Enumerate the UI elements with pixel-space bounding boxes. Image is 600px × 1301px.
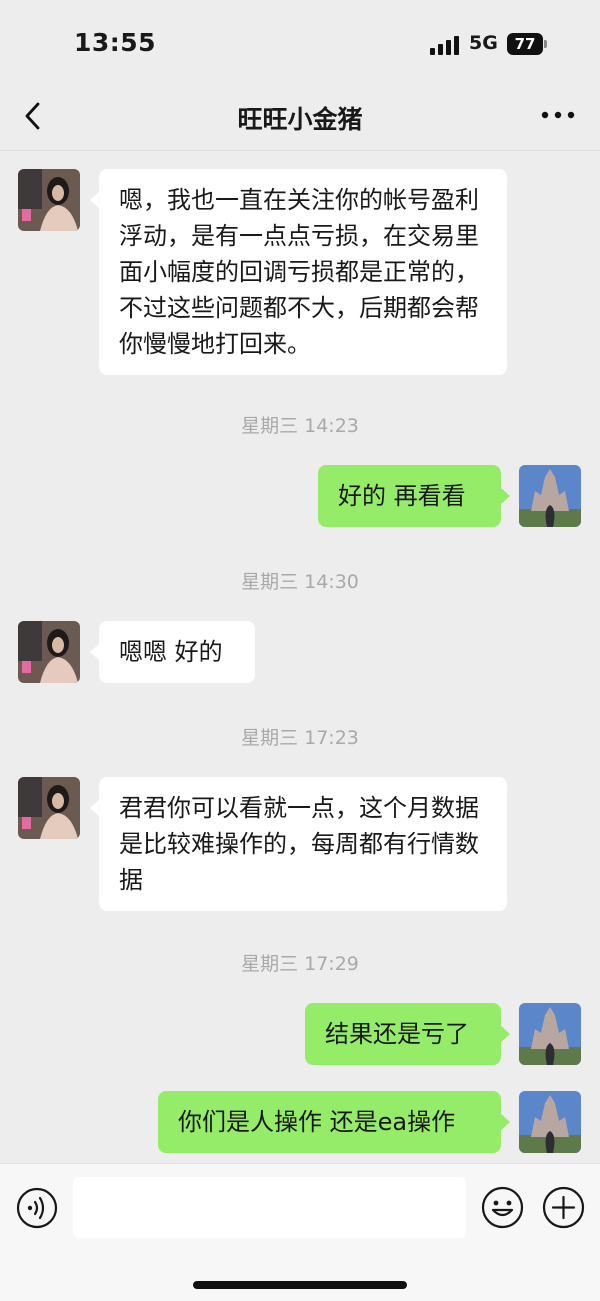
message-timestamp: 星期三 14:30: [241, 571, 359, 593]
message-bubble-incoming[interactable]: 君君你可以看就一点，这个月数据是比较难操作的，每周都有行情数据: [90, 777, 507, 911]
contact-avatar[interactable]: [18, 169, 80, 231]
emoji-icon[interactable]: [481, 1186, 524, 1229]
message-timestamp: 星期三 17:29: [241, 953, 359, 975]
message-list[interactable]: 嗯，我也一直在关注你的帐号盈利浮动，是有一点点亏损，在交易里面小幅度的回调亏损都…: [0, 151, 600, 1163]
self-avatar[interactable]: [519, 1003, 581, 1065]
message-timestamp: 星期三 17:23: [241, 727, 359, 749]
status-time: 13:55: [74, 28, 157, 57]
message-bubble-outgoing[interactable]: 你们是人操作 还是ea操作: [158, 1091, 510, 1153]
input-bar: [0, 1163, 600, 1301]
message-bubble-outgoing[interactable]: 好的 再看看: [318, 465, 510, 527]
signal-icon: [430, 35, 462, 55]
self-avatar[interactable]: [519, 1091, 581, 1153]
ellipsis-icon[interactable]: [538, 100, 578, 130]
message-bubble-outgoing[interactable]: 结果还是亏了: [305, 1003, 510, 1065]
voice-icon[interactable]: [16, 1187, 58, 1229]
status-bar: 13:55 5G 77: [0, 0, 600, 90]
network-type: 5G: [469, 32, 498, 54]
plus-icon[interactable]: [542, 1186, 585, 1229]
contact-avatar[interactable]: [18, 777, 80, 839]
chat-title: 旺旺小金猪: [237, 105, 363, 134]
chat-header: 旺旺小金猪: [0, 90, 600, 148]
message-timestamp: 星期三 14:23: [241, 415, 359, 437]
battery-icon: 77: [507, 33, 548, 55]
message-bubble-incoming[interactable]: 嗯嗯 好的: [90, 621, 255, 683]
message-input[interactable]: [73, 1177, 466, 1238]
battery-level: 77: [507, 33, 543, 55]
self-avatar[interactable]: [519, 465, 581, 527]
home-indicator[interactable]: [193, 1281, 407, 1289]
contact-avatar[interactable]: [18, 621, 80, 683]
message-bubble-incoming[interactable]: 嗯，我也一直在关注你的帐号盈利浮动，是有一点点亏损，在交易里面小幅度的回调亏损都…: [90, 169, 507, 375]
